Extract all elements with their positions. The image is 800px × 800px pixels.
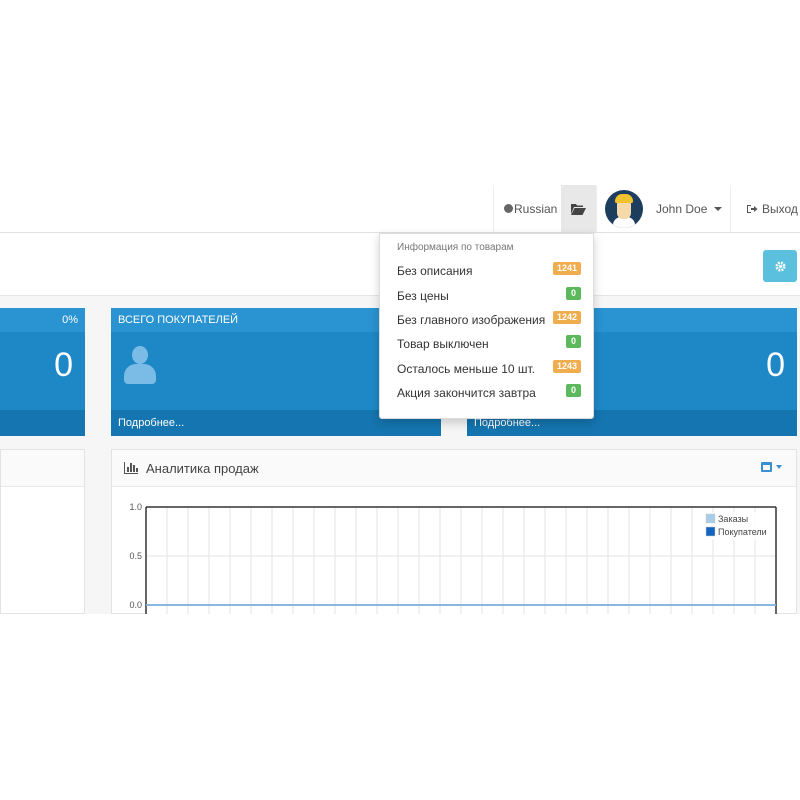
sign-out-icon xyxy=(747,204,758,213)
count-badge: 1241 xyxy=(552,262,581,275)
user-name: John Doe xyxy=(656,201,708,216)
logout-label: Выход xyxy=(762,201,798,216)
dropdown-header: Информация по товарам xyxy=(397,242,514,253)
dropdown-item[interactable]: Акция закончится завтра 0 xyxy=(397,384,581,404)
products-info-dropdown: Информация по товарам Без описания 1241 … xyxy=(379,233,594,419)
legend-swatch xyxy=(705,513,716,524)
dropdown-item-label: Осталось меньше 10 шт. xyxy=(397,362,536,376)
count-badge: 1242 xyxy=(552,311,581,324)
tile-percent: 0% xyxy=(62,314,78,326)
language-label: Russian xyxy=(514,201,558,216)
dropdown-item-label: Без цены xyxy=(397,289,449,303)
user-menu[interactable]: John Doe xyxy=(596,185,730,232)
caret-down-icon xyxy=(714,206,723,211)
legend-label: Покупатели xyxy=(718,527,767,537)
tile-value: 0 xyxy=(766,346,785,384)
date-range-button[interactable] xyxy=(761,462,782,472)
dropdown-item[interactable]: Осталось меньше 10 шт. 1243 xyxy=(397,360,581,380)
user-icon xyxy=(123,346,156,384)
y-tick-label: 1.0 xyxy=(129,502,142,512)
calendar-icon xyxy=(761,462,772,472)
folder-open-icon xyxy=(571,203,586,215)
globe-icon xyxy=(504,204,513,213)
legend-label: Заказы xyxy=(718,514,748,524)
gear-icon xyxy=(774,260,786,272)
legend-swatch xyxy=(705,526,716,537)
tile-more-link[interactable] xyxy=(0,410,85,436)
dropdown-item-label: Без описания xyxy=(397,264,473,278)
tile-value: 0 xyxy=(54,346,73,384)
sales-chart: 1.0 0.5 0.0 Заказы Покупатели xyxy=(129,502,777,614)
dropdown-item-label: Без главного изображения xyxy=(397,313,546,327)
count-badge: 0 xyxy=(566,335,581,348)
count-badge: 1243 xyxy=(552,360,581,373)
tile-more-label: Подробнее... xyxy=(118,417,185,429)
y-tick-label: 0.0 xyxy=(129,600,142,610)
top-navbar: Russian John Doe Выход xyxy=(0,185,800,233)
avatar xyxy=(605,189,643,228)
dropdown-item[interactable]: Товар выключен 0 xyxy=(397,335,581,355)
bar-chart-icon xyxy=(124,462,138,474)
logout-link[interactable]: Выход xyxy=(730,185,800,232)
panel-title: Аналитика продаж xyxy=(146,460,259,476)
dropdown-item[interactable]: Без цены 0 xyxy=(397,287,581,307)
settings-button[interactable] xyxy=(763,250,797,282)
language-selector[interactable]: Russian xyxy=(493,185,561,232)
side-panel xyxy=(0,449,85,614)
products-info-toggle[interactable] xyxy=(561,185,596,232)
tile-title: ВСЕГО ПОКУПАТЕЛЕЙ xyxy=(118,314,239,326)
y-tick-label: 0.5 xyxy=(129,551,142,561)
dropdown-item-label: Акция закончится завтра xyxy=(397,386,536,400)
caret-down-icon xyxy=(776,465,782,469)
dropdown-item-label: Товар выключен xyxy=(397,337,489,351)
tile-orders: 0% 0 xyxy=(0,308,85,436)
count-badge: 0 xyxy=(566,384,581,397)
dropdown-item[interactable]: Без главного изображения 1242 xyxy=(397,311,581,331)
dropdown-item[interactable]: Без описания 1241 xyxy=(397,262,581,282)
count-badge: 0 xyxy=(566,287,581,300)
